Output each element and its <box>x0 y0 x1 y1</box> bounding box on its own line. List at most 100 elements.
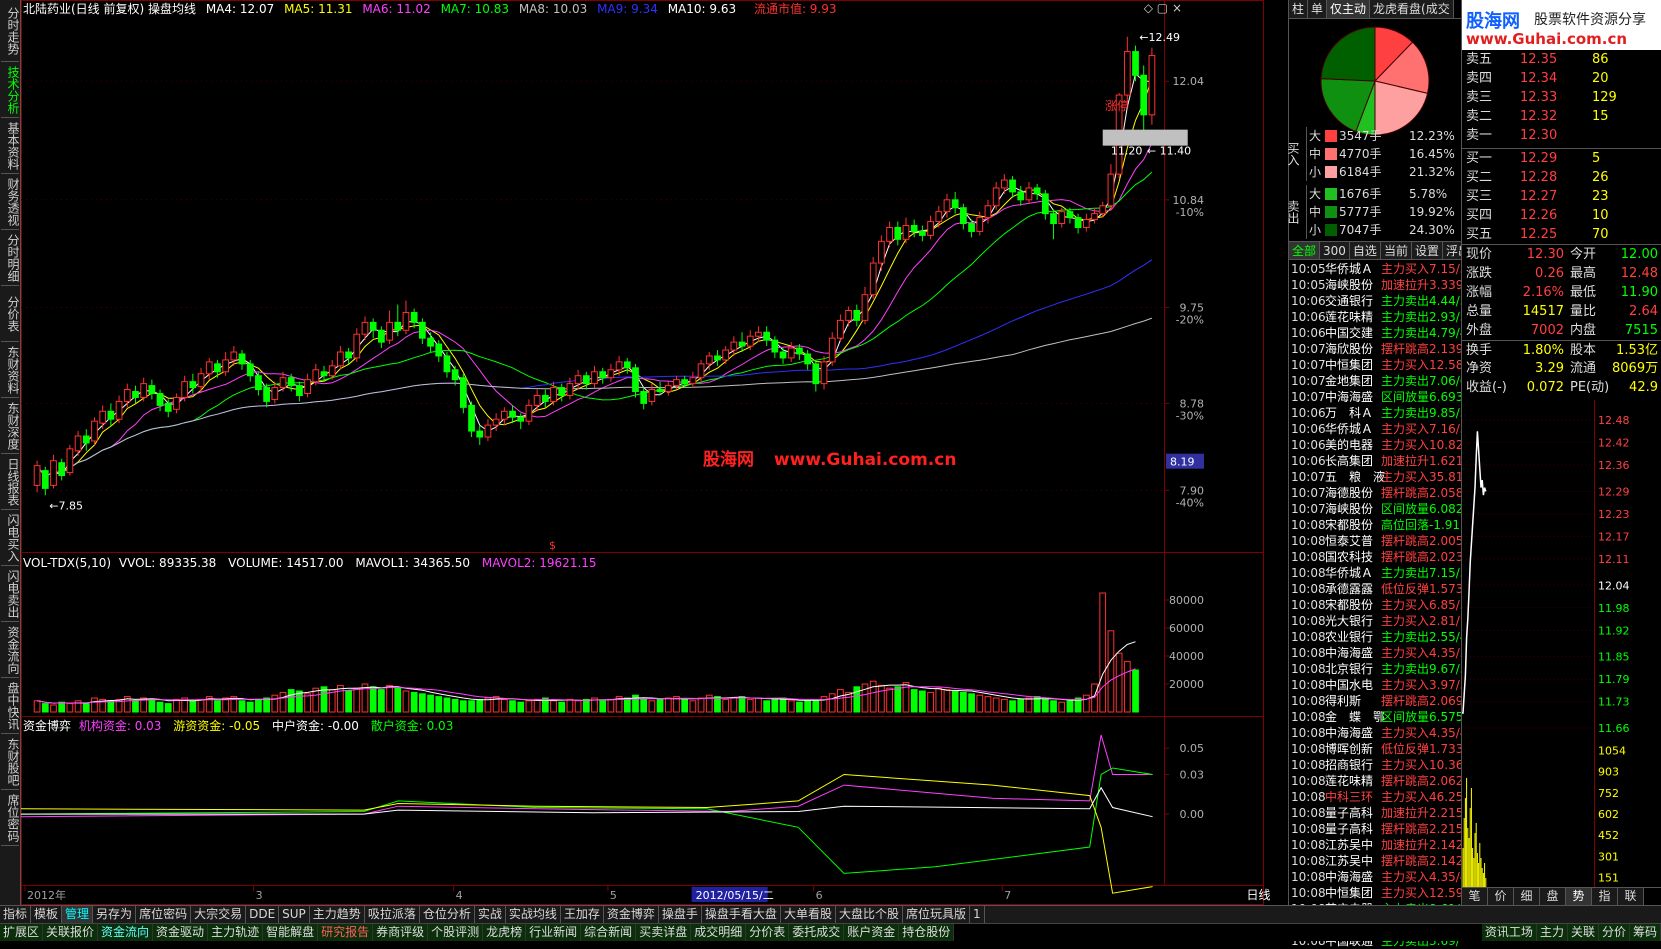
list-tab-2[interactable]: 自选 <box>1349 242 1381 259</box>
left-tab-1[interactable]: 技术分析 <box>1 63 19 118</box>
left-tab-11[interactable]: 资金流向 <box>1 623 19 678</box>
right-tab-3[interactable]: 分价 <box>1598 924 1630 941</box>
indicator-tab-16[interactable]: 操盘手看大盘 <box>702 906 781 923</box>
quote-tab-1[interactable]: 价 <box>1488 888 1514 905</box>
flow-tab-3[interactable]: 龙虎看盘(成交 <box>1370 0 1454 18</box>
indicator-tab-18[interactable]: 大盘比个股 <box>836 906 903 923</box>
function-tab-4[interactable]: 主力轨迹 <box>208 924 264 941</box>
function-tab-6[interactable]: 研究报告 <box>318 924 374 941</box>
indicator-tab-14[interactable]: 资金博弈 <box>604 906 659 923</box>
quote-row-bid-3[interactable]: 买四 12.26 10 <box>1462 206 1661 225</box>
left-tab-12[interactable]: 盘中快讯 <box>1 679 19 734</box>
trade-row[interactable]: 10:06莲花味精主力卖出2.93/3 <box>1289 309 1462 325</box>
left-tab-10[interactable]: 闪电卖出 <box>1 567 19 622</box>
trade-row[interactable]: 10:08承德露露低位反弹1.573% <box>1289 581 1462 597</box>
indicator-tab-4[interactable]: 席位密码 <box>136 906 192 923</box>
trade-row[interactable]: 10:06长高集团加速拉升1.621% <box>1289 453 1462 469</box>
list-tab-0[interactable]: 全部 <box>1289 242 1321 259</box>
trade-row[interactable]: 10:08得利斯 摆杆跳高2.069% <box>1289 693 1462 709</box>
trade-row[interactable]: 10:07海德股份摆杆跳高2.058% <box>1289 485 1462 501</box>
trade-row[interactable]: 10:08量子高科加速拉升2.215% <box>1289 805 1462 821</box>
quote-tab-5[interactable]: 指 <box>1592 888 1618 905</box>
indicator-tab-9[interactable]: 吸拉派落 <box>365 906 420 923</box>
flow-tab-2[interactable]: 仅主动 <box>1327 0 1371 18</box>
indicator-tab-7[interactable]: SUP <box>279 906 310 923</box>
quote-row-bid-0[interactable]: 买一 12.29 5 <box>1462 149 1661 168</box>
trade-row[interactable]: 10:08农业银行主力卖出2.55/4 <box>1289 629 1462 645</box>
quote-tab-4[interactable]: 势 <box>1566 888 1592 905</box>
function-tab-11[interactable]: 综合新闻 <box>581 924 637 941</box>
list-tab-5[interactable]: 浮出 <box>1442 242 1461 259</box>
quote-row-ask-3[interactable]: 卖二 12.32 15 <box>1462 107 1661 126</box>
trade-row[interactable]: 10:08博晖创新低位反弹1.733% <box>1289 741 1462 757</box>
function-tab-8[interactable]: 个股评测 <box>428 924 484 941</box>
indicator-tab-8[interactable]: 主力趋势 <box>310 906 365 923</box>
trade-row[interactable]: 10:08江苏吴中加速拉升2.142% <box>1289 837 1462 853</box>
left-tab-2[interactable]: 基本资料 <box>1 119 19 174</box>
right-tab-1[interactable]: 主力 <box>1536 924 1568 941</box>
trade-row[interactable]: 10:08金 蝶 鄂区间放量6.575% <box>1289 709 1462 725</box>
right-tab-4[interactable]: 筹码 <box>1629 924 1661 941</box>
left-tab-5[interactable]: 分价表 <box>1 287 19 342</box>
quote-tab-3[interactable]: 盘 <box>1540 888 1566 905</box>
right-tab-0[interactable]: 资讯工场 <box>1481 924 1537 941</box>
indicator-tab-10[interactable]: 仓位分析 <box>420 906 475 923</box>
trade-row[interactable]: 10:07海峡股份区间放量6.082% <box>1289 501 1462 517</box>
trade-row[interactable]: 10:08中海海盛主力买入4.35/4 <box>1289 725 1462 741</box>
function-tab-15[interactable]: 委托成交 <box>789 924 845 941</box>
quote-tab-6[interactable]: 联 <box>1618 888 1644 905</box>
indicator-tab-17[interactable]: 大单看股 <box>781 906 836 923</box>
trade-row[interactable]: 10:08莲花味精摆杆跳高2.062% <box>1289 773 1462 789</box>
trade-row[interactable]: 10:06华侨城Ａ 主力买入7.16/5 <box>1289 421 1462 437</box>
indicator-tab-3[interactable]: 另存为 <box>93 906 137 923</box>
function-tab-7[interactable]: 券商评级 <box>373 924 429 941</box>
trade-row[interactable]: 10:07金地集团主力卖出7.06/6 <box>1289 373 1462 389</box>
trade-row[interactable]: 10:08中恒集团主力买入12.59/ <box>1289 885 1462 901</box>
function-tab-3[interactable]: 资金驱动 <box>153 924 209 941</box>
quote-row-bid-1[interactable]: 买二 12.28 26 <box>1462 168 1661 187</box>
quote-row-ask-1[interactable]: 卖四 12.34 20 <box>1462 69 1661 88</box>
left-tab-14[interactable]: 席位密码 <box>1 791 19 846</box>
function-tab-10[interactable]: 行业新闻 <box>526 924 582 941</box>
function-tab-16[interactable]: 账户资金 <box>844 924 900 941</box>
quote-tab-2[interactable]: 细 <box>1514 888 1540 905</box>
left-tab-7[interactable]: 东财深度 <box>1 399 19 454</box>
trade-row[interactable]: 10:08北京银行主力卖出9.67/5 <box>1289 661 1462 677</box>
trade-row[interactable]: 10:07中恒集团主力买入12.58/ <box>1289 357 1462 373</box>
function-tab-2[interactable]: 资金流向 <box>98 924 154 941</box>
trade-row[interactable]: 10:06交通银行主力卖出4.44/3 <box>1289 293 1462 309</box>
trade-row[interactable]: 10:07中海海盛区间放量6.693% <box>1289 389 1462 405</box>
left-tab-3[interactable]: 财务透视 <box>1 175 19 230</box>
function-tab-13[interactable]: 成交明细 <box>691 924 747 941</box>
function-tab-0[interactable]: 扩展区 <box>0 924 44 941</box>
list-tab-1[interactable]: 300 <box>1320 242 1350 259</box>
flow-tab-1[interactable]: 单 <box>1308 0 1328 18</box>
quote-row-ask-0[interactable]: 卖五 12.35 86 <box>1462 50 1661 69</box>
quote-tab-0[interactable]: 笔 <box>1462 888 1488 905</box>
indicator-tab-0[interactable]: 指标 <box>0 906 32 923</box>
right-tab-2[interactable]: 关联 <box>1567 924 1599 941</box>
trade-row[interactable]: 10:06美的电器主力买入10.82/ <box>1289 437 1462 453</box>
trade-row[interactable]: 10:05华侨城Ａ 主力买入7.15/5 <box>1289 261 1462 277</box>
list-tab-4[interactable]: 设置 <box>1411 242 1443 259</box>
indicator-tab-2[interactable]: 管理 <box>62 906 94 923</box>
indicator-tab-20[interactable]: 1 <box>970 906 985 923</box>
indicator-tab-12[interactable]: 实战均线 <box>506 906 561 923</box>
trade-row[interactable]: 10:08中科三环主力买入46.25/ <box>1289 789 1462 805</box>
trade-row[interactable]: 10:07五 粮 液主力买入35.81/ <box>1289 469 1462 485</box>
indicator-tab-6[interactable]: DDE <box>246 906 280 923</box>
indicator-tab-5[interactable]: 大宗交易 <box>191 906 247 923</box>
trade-row[interactable]: 10:08量子高科摆杆跳高2.215% <box>1289 821 1462 837</box>
quote-row-ask-4[interactable]: 卖一 12.30 <box>1462 126 1661 145</box>
trade-row[interactable]: 10:08华侨城Ａ 主力卖出7.15/5 <box>1289 565 1462 581</box>
quote-row-ask-2[interactable]: 卖三 12.33 129 <box>1462 88 1661 107</box>
left-tab-0[interactable]: 分时走势 <box>1 0 19 62</box>
trade-row[interactable]: 10:08宋都股份主力买入6.85/5 <box>1289 597 1462 613</box>
function-tab-5[interactable]: 智能解盘 <box>263 924 319 941</box>
list-tab-3[interactable]: 当前 <box>1380 242 1412 259</box>
left-tab-6[interactable]: 东财资料 <box>1 343 19 398</box>
trade-row[interactable]: 10:08中海海盛主力买入4.35/3 <box>1289 645 1462 661</box>
trade-row[interactable]: 10:08招商银行主力买入10.36/ <box>1289 757 1462 773</box>
function-tab-1[interactable]: 关联报价 <box>43 924 99 941</box>
trade-row[interactable]: 10:08光大银行主力买入2.81/1 <box>1289 613 1462 629</box>
